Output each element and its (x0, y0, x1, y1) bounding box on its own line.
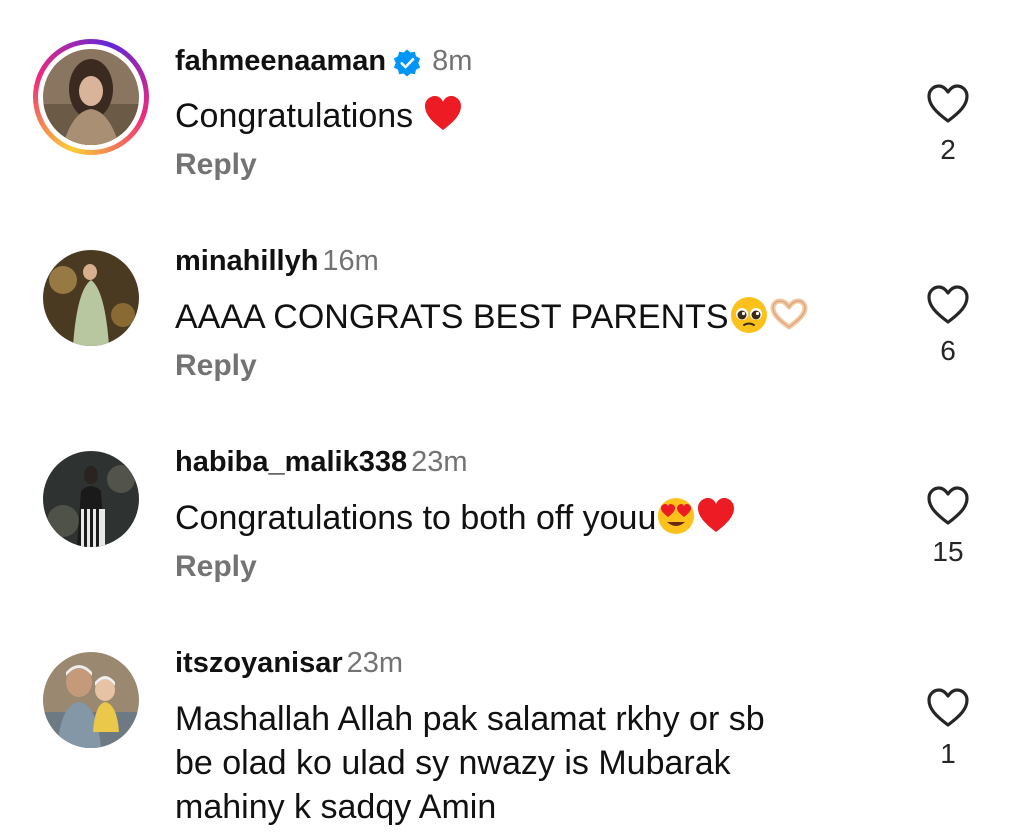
pleading-face-emoji (730, 297, 767, 334)
heart-eyes-emoji (658, 498, 695, 535)
username[interactable]: minahillyh (175, 245, 318, 277)
heart-outline-icon[interactable] (925, 484, 971, 526)
comment-text: Congratulations (175, 94, 875, 138)
like-column: 1 (918, 686, 978, 770)
heart-outline-icon[interactable] (925, 82, 971, 124)
comment-meta: fahmeenaaman 8m (175, 44, 472, 78)
comment-text-line: be olad ko ulad sy nwazy is Mubarak (175, 744, 731, 782)
comment-text: Congratulations to both off youu (175, 496, 875, 540)
avatar[interactable] (43, 652, 139, 748)
comment-time: 16m (322, 245, 379, 277)
heart-outline-icon[interactable] (925, 686, 971, 728)
like-count: 6 (940, 335, 956, 366)
comment-text: AAAA CONGRATS BEST PARENTS (175, 295, 875, 339)
comment-text-line: Mashallah Allah pak salamat rkhy or sb (175, 700, 765, 738)
verified-badge-icon (394, 49, 421, 77)
comment-meta: itszoyanisar 23m (175, 646, 403, 680)
reply-button[interactable]: Reply (175, 349, 257, 383)
reply-button[interactable]: Reply (175, 148, 257, 182)
like-count: 2 (940, 134, 956, 165)
comment-item: habiba_malik338 23m Congratulations to bo… (0, 401, 1024, 601)
username[interactable]: itszoyanisar (175, 647, 343, 679)
avatar[interactable] (43, 49, 139, 145)
reply-button[interactable]: Reply (175, 550, 257, 584)
like-column: 2 (918, 82, 978, 166)
comment-time: 23m (411, 446, 468, 478)
comment-time: 23m (346, 647, 404, 679)
red-heart-emoji (698, 498, 735, 533)
avatar[interactable] (43, 250, 139, 346)
like-count: 15 (932, 536, 964, 567)
comment-item: minahillyh 16m AAAA CONGRATS BEST PARENTS… (0, 200, 1024, 400)
comment-text-content: Congratulations to both off youu (175, 499, 657, 537)
comment-text-line: mahiny k sadqy Amin (175, 788, 497, 826)
comment-text-content: AAAA CONGRATS BEST PARENTS (175, 298, 729, 336)
comment-meta: habiba_malik338 23m (175, 445, 468, 479)
like-column: 15 (918, 484, 978, 568)
like-column: 6 (918, 283, 978, 367)
username[interactable]: fahmeenaaman (175, 45, 386, 77)
comment-item: fahmeenaaman 8m Congratulations Reply 2 (0, 0, 1024, 200)
comment-meta: minahillyh 16m (175, 244, 379, 278)
comment-item: itszoyanisar 23m Mashallah Allah pak sala… (0, 602, 1024, 836)
comment-text: Mashallah Allah pak salamat rkhy or sb b… (175, 697, 875, 829)
heart-hands-emoji (770, 298, 808, 330)
username[interactable]: habiba_malik338 (175, 446, 407, 478)
heart-outline-icon[interactable] (925, 283, 971, 325)
comment-time: 8m (432, 45, 473, 77)
like-count: 1 (940, 738, 956, 769)
red-heart-emoji (424, 96, 461, 131)
comment-text-content: Congratulations (175, 97, 414, 135)
avatar[interactable] (43, 451, 139, 547)
